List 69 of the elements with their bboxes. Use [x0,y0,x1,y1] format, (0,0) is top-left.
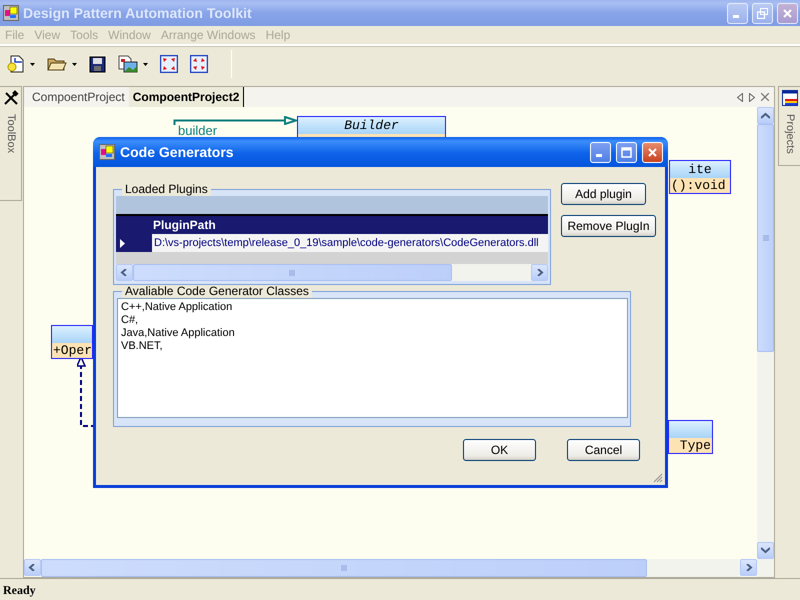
app-icon [99,144,115,160]
expand-arrows-icon [160,55,178,73]
chevron-down-icon [761,547,770,554]
close-icon [647,146,658,158]
chevron-up-icon [761,112,770,119]
hammer-wrench-icon [2,90,18,106]
panel-label: ToolBox [4,114,18,154]
window-icon [782,90,798,106]
scroll-left-icon [737,92,743,102]
minimize-icon [596,154,602,157]
column-header: PluginPath [152,217,216,234]
collapse-arrows-icon [190,55,208,73]
class-member: Type [669,438,712,453]
maximize-icon [621,146,632,158]
grip-icon [289,270,296,276]
status-text: Ready [3,582,36,598]
chevron-left-icon [120,269,129,276]
group-label: Loaded Plugins [122,183,211,196]
chevron-left-icon [28,564,37,571]
close-icon [761,93,769,101]
document-tab[interactable]: CompoentProject [28,87,129,107]
resize-grip-icon [652,472,663,483]
dialog-button[interactable]: Remove PlugIn [561,215,656,237]
minimize-icon [732,15,738,18]
list-item[interactable]: VB.NET, [121,340,624,353]
dialog-button[interactable]: Cancel [567,439,640,461]
dialog-button[interactable]: OK [463,439,536,461]
restore-icon [757,8,768,18]
chevron-right-icon [744,564,753,571]
close-icon [782,8,793,18]
new-document-icon [7,55,25,73]
class-header [52,326,92,343]
list-item[interactable]: C++,Native Application [121,301,624,314]
open-folder-icon [47,56,67,72]
scroll-right-icon [749,92,755,102]
list-item[interactable]: Java,Native Application [121,327,624,340]
class-name: ite [670,161,730,178]
chevron-right-icon [535,269,544,276]
class-member: ():void [670,178,730,193]
grip-icon [762,234,768,242]
scrollbar-thumb[interactable] [41,559,647,577]
row-header[interactable] [116,234,152,252]
class-member: +Oper [52,343,92,358]
maximize-button[interactable] [616,142,637,162]
dialog-title: Code Generators [120,142,235,162]
class-name: Builder [298,117,445,134]
image-document-icon [118,55,138,73]
dialog-button[interactable]: Add plugin [561,183,646,205]
projects-panel-tab[interactable]: Projects [778,86,800,166]
scroll-up-button[interactable] [757,107,774,124]
scrollbar-thumb[interactable] [133,264,452,281]
document-tab[interactable]: CompoentProject2 [128,87,244,107]
class-header [669,421,712,438]
app-icon [3,5,19,21]
toolbox-panel-tab[interactable]: ToolBox [0,86,22,201]
scroll-right-button[interactable] [740,559,757,576]
table-cell: D:\vs-projects\temp\release_0_19\sample\code-generators\CodeGenerators.dll [152,234,548,252]
panel-label: Projects [782,114,797,154]
scroll-left-button[interactable] [116,264,133,281]
scroll-right-button[interactable] [531,264,548,281]
group-label: Avaliable Code Generator Classes [122,285,312,298]
scrollbar-thumb[interactable] [757,124,774,352]
association-label: builder [178,125,218,137]
scroll-left-button[interactable] [24,559,41,576]
list-item[interactable]: C#, [121,314,624,327]
scroll-down-button[interactable] [757,542,774,559]
window-title: Design Pattern Automation Toolkit [23,4,253,23]
grip-icon [340,565,348,571]
save-icon [89,56,106,72]
